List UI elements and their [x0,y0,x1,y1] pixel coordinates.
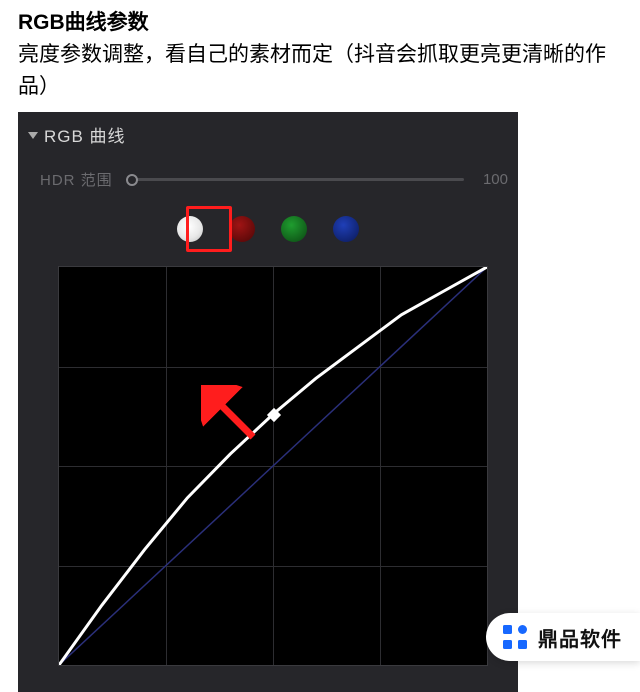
section-title: RGB 曲线 [44,122,126,147]
watermark-text: 鼎品软件 [538,623,622,652]
chevron-down-icon [28,132,38,139]
annotation-arrow-icon [201,385,261,445]
watermark-logo-icon [500,622,530,652]
page-title: RGB曲线参数 [18,8,622,37]
watermark-badge: 鼎品软件 [486,613,640,661]
curve-editor[interactable] [58,266,488,666]
hdr-range-row: HDR 范围 100 [18,155,518,198]
hdr-range-slider[interactable] [127,178,464,181]
curve-canvas[interactable] [59,267,487,665]
channel-selector [18,198,518,252]
page-subtitle: 亮度参数调整，看自己的素材而定（抖音会抓取更亮更清晰的作品） [18,39,622,102]
section-header[interactable]: RGB 曲线 [18,112,518,155]
channel-green-button[interactable] [281,216,307,242]
channel-blue-button[interactable] [333,216,359,242]
channel-red-button[interactable] [229,216,255,242]
hdr-range-value: 100 [474,171,508,188]
channel-white-button[interactable] [177,216,203,242]
baseline-curve [59,267,487,665]
slider-handle-icon[interactable] [126,174,138,186]
rgb-curves-panel: RGB 曲线 HDR 范围 100 [18,112,518,692]
hdr-range-label: HDR 范围 [40,169,113,190]
